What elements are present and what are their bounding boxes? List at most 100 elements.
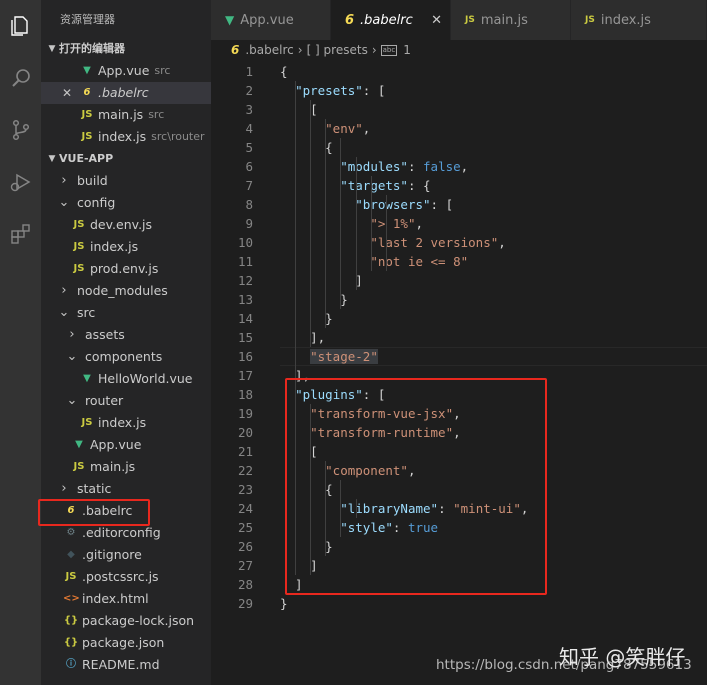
code-line: 3 [ [211,100,707,119]
source-control-icon[interactable] [0,110,41,150]
line-number: 8 [245,197,253,212]
file-item[interactable]: <> index.html [41,588,211,610]
line-number: 12 [237,273,253,288]
open-editor-item[interactable]: JS index.js src\router [41,126,211,148]
extensions-icon[interactable] [0,214,41,254]
tab-babelrc[interactable]: 6 .babelrc ✕ [331,0,451,40]
indent-guide [355,157,357,290]
code-line: 14 } [211,309,707,328]
folder-item[interactable]: ⌄ src [41,302,211,324]
tab-App-vue[interactable]: ▼ App.vue [211,0,331,40]
code-line: 11 "not ie <= 8" [211,252,707,271]
indent-guide [325,119,327,328]
open-editor-item[interactable]: JS main.js src [41,104,211,126]
project-header[interactable]: ▼ VUE-APP [41,148,211,170]
js-icon: JS [73,219,85,230]
code-line: 8 "browsers": [ [211,195,707,214]
folder-item[interactable]: › build [41,170,211,192]
open-editor-label: App.vue [98,63,150,78]
line-number: 6 [245,159,253,174]
line-number: 23 [237,482,253,497]
file-item[interactable]: {} package-lock.json [41,610,211,632]
code-text: [ [280,102,318,117]
indent-guide [340,138,342,309]
folder-item[interactable]: › assets [41,324,211,346]
line-number: 18 [237,387,253,402]
close-icon[interactable]: ✕ [60,82,74,104]
zhihu-watermark: 知乎 @笑胖仔 [559,645,686,669]
search-icon[interactable] [0,58,41,98]
tree-item-label: index.js [98,415,147,430]
activity-bar [0,0,41,685]
folder-item[interactable]: › static [41,478,211,500]
code-line: 2 "presets": [ [211,81,707,100]
file-item[interactable]: JS main.js [41,456,211,478]
line-number: 3 [245,102,253,117]
chevron-right-icon: › [61,173,67,188]
file-item[interactable]: ▼ HelloWorld.vue [41,368,211,390]
code-line: 13 } [211,290,707,309]
file-item[interactable]: ▼ App.vue [41,434,211,456]
breadcrumb-separator-icon: › [371,43,377,57]
debug-icon[interactable] [0,162,41,202]
open-editor-label: .babelrc [98,85,149,100]
folder-item[interactable]: ⌄ components [41,346,211,368]
tab-index-js[interactable]: JS index.js [571,0,707,40]
tree-item-label: README.md [82,657,160,672]
line-number: 21 [237,444,253,459]
file-item[interactable]: JS .postcssrc.js [41,566,211,588]
line-number: 20 [237,425,253,440]
project-label: VUE-APP [59,152,114,165]
breadcrumb-file[interactable]: .babelrc [245,43,293,57]
line-number: 16 [237,349,253,364]
code-line: 9 "> 1%", [211,214,707,233]
code-line: 1{ [211,62,707,81]
close-icon[interactable]: ✕ [431,13,442,28]
line-number: 5 [245,140,253,155]
tree-item-label: node_modules [77,283,168,298]
file-item[interactable]: {} package.json [41,632,211,654]
js-icon: JS [73,241,85,252]
tab-label: index.js [600,12,651,28]
folder-item[interactable]: ⌄ router [41,390,211,412]
chevron-down-icon: ▼ [48,44,56,54]
editor-tabs: ▼ App.vue 6 .babelrc ✕ JS main.js JS index.js [211,0,707,40]
open-editors-label: 打开的编辑器 [59,42,125,55]
line-number: 22 [237,463,253,478]
folder-item[interactable]: › node_modules [41,280,211,302]
explorer-icon[interactable] [0,6,41,46]
chevron-down-icon: ⌄ [66,393,78,408]
folder-item[interactable]: ⌄ config [41,192,211,214]
open-editors-header[interactable]: ▼ 打开的编辑器 [41,38,211,60]
tree-item-label: src [77,305,96,320]
tree-item-label: static [77,481,112,496]
babel-icon: 6 [345,12,355,28]
code-line: 6 "modules": false, [211,157,707,176]
tree-item-label: App.vue [90,437,142,452]
file-item[interactable]: JS index.js [41,236,211,258]
js-icon: JS [73,461,85,472]
js-icon: JS [81,131,93,142]
breadcrumb-node-presets[interactable]: [ ] presets [307,43,368,57]
explorer-title: 资源管理器 [60,13,115,26]
indent-guide [385,195,387,271]
tab-main-js[interactable]: JS main.js [451,0,571,40]
code-text: } [280,292,348,307]
line-number: 17 [237,368,253,383]
chevron-right-icon: › [69,327,75,342]
indent-guide [310,100,312,347]
code-text: "browsers": [ [355,197,454,212]
js-icon: JS [65,571,77,582]
babel-icon: 6 [83,87,91,98]
file-item[interactable]: JS prod.env.js [41,258,211,280]
tree-item-label: .postcssrc.js [82,569,159,584]
file-item[interactable]: JS dev.env.js [41,214,211,236]
file-item[interactable]: ⓘ README.md [41,654,211,676]
file-item[interactable]: JS index.js [41,412,211,434]
file-item[interactable]: ◆ .gitignore [41,544,211,566]
open-editor-item[interactable]: ▼ App.vue src [41,60,211,82]
breadcrumb-node-item[interactable]: 1 [403,43,411,57]
open-editor-item[interactable]: ✕ 6 .babelrc [41,82,211,104]
code-text: { [280,64,288,79]
code-line: 5 { [211,138,707,157]
